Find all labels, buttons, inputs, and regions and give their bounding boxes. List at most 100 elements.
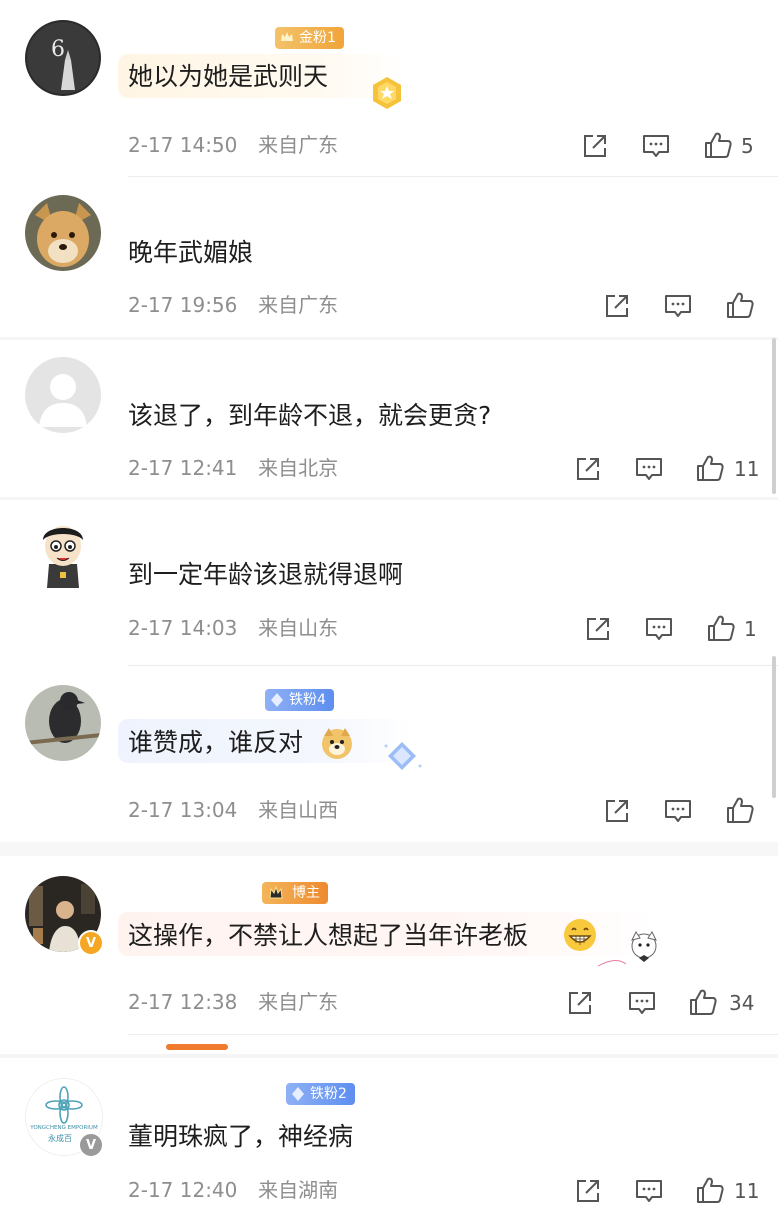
share-square-icon bbox=[587, 618, 609, 640]
like-count: 11 bbox=[734, 457, 760, 481]
repost-button[interactable] bbox=[583, 614, 613, 644]
like-button[interactable] bbox=[725, 290, 755, 320]
avatar[interactable] bbox=[25, 357, 101, 433]
comment-button[interactable] bbox=[627, 988, 657, 1018]
repost-button[interactable] bbox=[602, 796, 632, 826]
comment-location: 来自北京 bbox=[258, 456, 339, 480]
like-button[interactable] bbox=[688, 987, 718, 1017]
comment-button[interactable] bbox=[644, 614, 674, 644]
comment-time: 2-17 12:41 bbox=[128, 456, 238, 480]
fan-badge[interactable]: 金粉1 bbox=[275, 27, 344, 49]
comment-text: 晚年武媚娘 bbox=[128, 238, 254, 267]
comment-text: 她以为她是武则天 bbox=[128, 62, 329, 91]
thumbs-up-icon bbox=[727, 292, 754, 318]
gold-crown-icon bbox=[281, 32, 293, 41]
comment-text: 到一定年龄该退就得退啊 bbox=[128, 560, 404, 589]
comment-time: 2-17 12:40 bbox=[128, 1178, 238, 1202]
comment-bubble-icon bbox=[646, 618, 672, 640]
comment-bubble-icon bbox=[629, 992, 655, 1014]
like-button[interactable] bbox=[703, 130, 733, 160]
thumbs-up-icon bbox=[705, 132, 732, 158]
thumbs-up-icon bbox=[697, 455, 724, 481]
diamond-icon bbox=[292, 1087, 304, 1101]
comment-button[interactable] bbox=[663, 796, 693, 826]
fan-badge[interactable]: 铁粉4 bbox=[265, 689, 334, 711]
comment-text: 董明珠疯了，神经病 bbox=[128, 1122, 354, 1151]
thumbs-up-icon bbox=[708, 615, 735, 641]
emporium-name-cn: 永成百 bbox=[48, 1133, 72, 1143]
fan-badge-label: 博主 bbox=[292, 885, 320, 901]
comment-bubble-icon bbox=[643, 135, 669, 157]
comment-meta: 2-17 12:38 来自广东 bbox=[128, 989, 338, 1015]
section-gap bbox=[0, 842, 778, 856]
gold-medal-icon bbox=[373, 77, 401, 109]
scrollbar[interactable] bbox=[772, 656, 776, 798]
avatar[interactable] bbox=[25, 516, 101, 592]
fan-badge-label: 铁粉4 bbox=[289, 692, 326, 708]
comment-button[interactable] bbox=[663, 291, 693, 321]
avatar[interactable]: 6 bbox=[25, 20, 101, 96]
share-square-icon bbox=[606, 800, 628, 822]
repost-button[interactable] bbox=[573, 1176, 603, 1206]
comment-button[interactable] bbox=[634, 454, 664, 484]
avatar[interactable] bbox=[25, 195, 101, 271]
comment-meta: 2-17 14:03 来自山东 bbox=[128, 615, 338, 641]
crown-icon bbox=[269, 885, 283, 899]
fan-badge-label: 铁粉2 bbox=[310, 1086, 347, 1102]
comment-bubble-icon bbox=[665, 800, 691, 822]
comment-location: 来自广东 bbox=[258, 293, 339, 317]
comment-time: 2-17 19:56 bbox=[128, 293, 238, 317]
repost-button[interactable] bbox=[580, 131, 610, 161]
fan-badge[interactable]: 铁粉2 bbox=[286, 1083, 355, 1105]
comment-bubble-icon bbox=[636, 458, 662, 480]
blue-gem-icon bbox=[384, 742, 422, 770]
comment-location: 来自山西 bbox=[258, 798, 339, 822]
repost-button[interactable] bbox=[602, 291, 632, 321]
scrollbar[interactable] bbox=[772, 338, 776, 494]
share-square-icon bbox=[584, 135, 606, 157]
comment-location: 来自广东 bbox=[258, 990, 339, 1014]
divider bbox=[128, 176, 778, 177]
comment-time: 2-17 14:03 bbox=[128, 616, 238, 640]
puppy-sticker-icon bbox=[597, 931, 657, 967]
tab-indicator bbox=[166, 1044, 228, 1050]
repost-button[interactable] bbox=[573, 454, 603, 484]
like-count: 34 bbox=[729, 991, 755, 1015]
comment-text: 该退了，到年龄不退，就会更贪? bbox=[128, 401, 492, 430]
comment-location: 来自湖南 bbox=[258, 1178, 339, 1202]
comment-time: 2-17 12:38 bbox=[128, 990, 238, 1014]
avatar[interactable] bbox=[25, 685, 101, 761]
comment-button[interactable] bbox=[641, 131, 671, 161]
thumbs-up-icon bbox=[727, 797, 754, 823]
fan-badge[interactable]: 博主 bbox=[262, 882, 328, 904]
comment-meta: 2-17 12:40 来自湖南 bbox=[128, 1177, 338, 1203]
svg-text:6: 6 bbox=[51, 37, 65, 62]
repost-button[interactable] bbox=[565, 988, 595, 1018]
verified-badge: V bbox=[78, 1132, 104, 1158]
section-gap bbox=[0, 1054, 778, 1058]
share-square-icon bbox=[606, 295, 628, 317]
comment-meta: 2-17 14:50 来自广东 bbox=[128, 132, 338, 158]
comment-location: 来自山东 bbox=[258, 616, 339, 640]
section-gap bbox=[0, 337, 778, 340]
diamond-icon bbox=[271, 693, 283, 707]
verified-badge: V bbox=[78, 930, 104, 956]
section-gap bbox=[0, 497, 778, 500]
thumbs-up-icon bbox=[697, 1177, 724, 1203]
fan-badge-label: 金粉1 bbox=[299, 30, 336, 46]
like-button[interactable] bbox=[695, 1175, 725, 1205]
comment-time: 2-17 13:04 bbox=[128, 798, 238, 822]
comment-text: 这操作，不禁让人想起了当年许老板 bbox=[128, 921, 529, 950]
like-button[interactable] bbox=[725, 795, 755, 825]
comment-location: 来自广东 bbox=[258, 133, 339, 157]
comment-meta: 2-17 19:56 来自广东 bbox=[128, 292, 338, 318]
comment-bubble-icon bbox=[636, 1180, 662, 1202]
like-count: 11 bbox=[734, 1179, 760, 1203]
like-button[interactable] bbox=[706, 613, 736, 643]
like-button[interactable] bbox=[695, 453, 725, 483]
divider bbox=[128, 665, 778, 666]
comment-meta: 2-17 13:04 来自山西 bbox=[128, 797, 338, 823]
doge-emoji-icon bbox=[322, 728, 352, 759]
emporium-name-en: YONGCHENG EMPORIUM bbox=[29, 1125, 98, 1131]
comment-button[interactable] bbox=[634, 1176, 664, 1206]
